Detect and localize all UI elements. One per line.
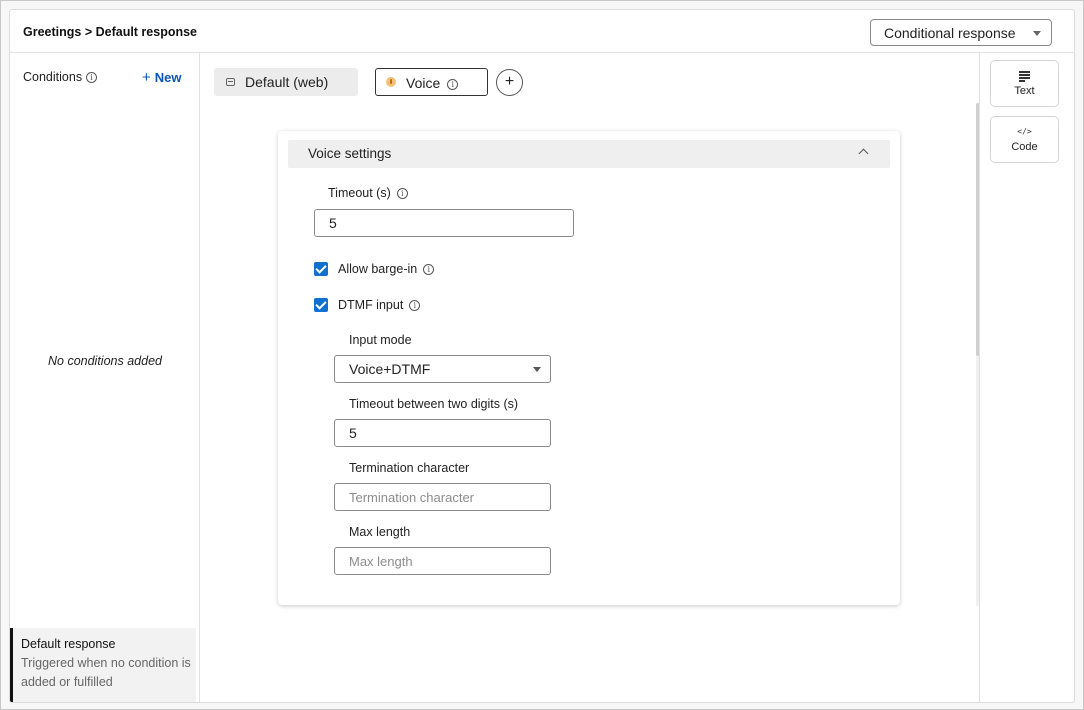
info-icon[interactable]: i xyxy=(447,78,459,90)
allow-barge-in-label: Allow barge-in i xyxy=(338,262,435,276)
input-mode-label: Input mode xyxy=(349,333,412,347)
dtmf-input-label: DTMF input i xyxy=(338,298,421,312)
voice-settings-header[interactable]: Voice settings xyxy=(288,140,890,168)
app-frame: Greetings > Default response Conditional… xyxy=(0,0,1084,710)
termination-character-label: Termination character xyxy=(349,461,470,475)
tab-voice[interactable]: Voice i xyxy=(375,68,488,96)
timeout-input[interactable]: 5 xyxy=(314,209,574,237)
breadcrumb: Greetings > Default response xyxy=(23,25,198,39)
allow-barge-in-text: Allow barge-in xyxy=(338,262,418,276)
add-channel-button[interactable]: + xyxy=(496,69,523,96)
new-condition-label: New xyxy=(154,70,182,85)
termination-character-input[interactable]: Termination character xyxy=(334,483,551,511)
new-condition-button[interactable]: + New xyxy=(142,69,182,86)
input-mode-value: Voice+DTMF xyxy=(349,361,431,377)
browser-icon xyxy=(226,78,235,86)
input-mode-select[interactable]: Voice+DTMF xyxy=(334,355,551,383)
timeout-label-text: Timeout (s) xyxy=(328,186,391,200)
info-icon[interactable]: i xyxy=(409,300,421,312)
timeout-label: Timeout (s) i xyxy=(328,186,408,200)
conditions-panel: Conditions i + New No conditions added Def… xyxy=(10,53,200,702)
dtmf-input-text: DTMF input xyxy=(338,298,404,312)
text-mode-button[interactable]: Text xyxy=(990,60,1059,107)
editor-mode-rail: Text </> Code xyxy=(979,53,1074,702)
conditions-label: Conditions xyxy=(23,70,83,84)
text-lines-icon xyxy=(991,69,1058,83)
allow-barge-in-checkbox[interactable] xyxy=(314,262,328,276)
editor-window: Greetings > Default response Conditional… xyxy=(9,9,1075,703)
voice-settings-title: Voice settings xyxy=(308,146,392,161)
empty-conditions-text: No conditions added xyxy=(48,354,162,368)
max-length-input[interactable]: Max length xyxy=(334,547,551,575)
code-mode-label: Code xyxy=(1011,141,1038,153)
chevron-up-icon xyxy=(858,148,869,159)
plus-icon: + xyxy=(504,73,515,90)
dtmf-input-checkbox[interactable] xyxy=(314,298,328,312)
voice-settings-card: Voice settings Timeout (s) i 5 Allow barg… xyxy=(278,131,900,605)
default-response-description: Triggered when no condition is added or … xyxy=(21,656,191,689)
digit-timeout-input[interactable]: 5 xyxy=(334,419,551,447)
info-icon[interactable]: i xyxy=(423,264,435,276)
plus-icon: + xyxy=(142,69,151,86)
conditions-heading: Conditions i xyxy=(23,70,98,84)
response-type-value: Conditional response xyxy=(884,25,1016,41)
microphone-icon xyxy=(386,77,396,87)
chevron-down-icon xyxy=(533,367,541,372)
digit-timeout-label: Timeout between two digits (s) xyxy=(349,397,519,411)
text-mode-label: Text xyxy=(1014,85,1035,97)
code-mode-button[interactable]: </> Code xyxy=(990,116,1059,163)
chevron-down-icon xyxy=(1033,31,1041,36)
tab-voice-label: Voice xyxy=(406,75,441,91)
info-icon[interactable]: i xyxy=(396,188,408,200)
max-length-label: Max length xyxy=(349,525,411,539)
info-icon[interactable]: i xyxy=(86,72,98,84)
code-icon: </> xyxy=(1017,127,1032,136)
header-bar: Greetings > Default response Conditional… xyxy=(10,10,1074,53)
tab-default-web-label: Default (web) xyxy=(245,74,329,90)
default-response-title: Default response xyxy=(21,637,116,651)
tab-default-web[interactable]: Default (web) xyxy=(214,68,358,96)
response-type-select[interactable]: Conditional response xyxy=(870,19,1052,46)
default-response-item[interactable]: Default response Triggered when no condi… xyxy=(10,628,196,702)
